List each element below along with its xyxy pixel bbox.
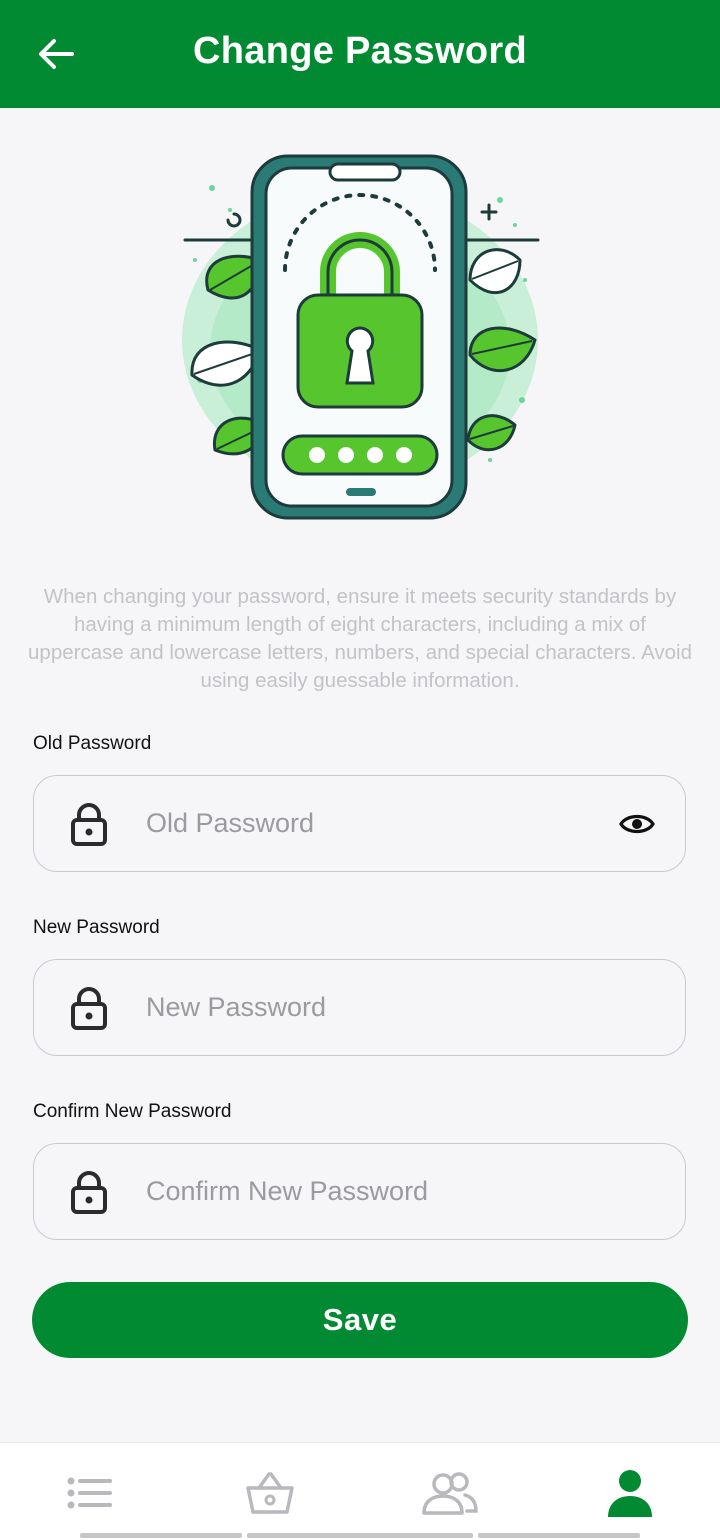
nav-indicator — [478, 1533, 640, 1538]
old-password-label: Old Password — [33, 733, 152, 754]
lock-icon — [71, 1171, 107, 1214]
nav-item-profile[interactable] — [598, 1467, 662, 1519]
lock-icon — [71, 987, 107, 1030]
nav-indicator — [247, 1533, 473, 1538]
save-button[interactable]: Save — [32, 1282, 688, 1358]
old-password-input[interactable] — [146, 776, 586, 871]
new-password-label: New Password — [33, 917, 160, 938]
app-bar: Change Password — [0, 0, 720, 108]
confirm-password-field[interactable] — [33, 1143, 686, 1240]
old-password-field[interactable] — [33, 775, 686, 872]
phone-padlock-illustration — [182, 154, 540, 520]
bottom-navigation — [0, 1442, 720, 1540]
people-icon — [422, 1472, 478, 1515]
new-password-field[interactable] — [33, 959, 686, 1056]
confirm-password-label: Confirm New Password — [33, 1101, 232, 1122]
nav-item-basket[interactable] — [238, 1467, 302, 1519]
page-title: Change Password — [193, 30, 527, 72]
profile-icon — [608, 1470, 652, 1517]
password-guidelines-text: When changing your password, ensure it m… — [28, 585, 692, 692]
list-icon — [67, 1477, 112, 1509]
eye-icon[interactable] — [619, 810, 655, 838]
nav-indicator — [80, 1533, 242, 1538]
lock-icon — [71, 803, 107, 846]
nav-item-people[interactable] — [418, 1467, 482, 1519]
basket-icon — [246, 1472, 294, 1514]
new-password-input[interactable] — [146, 960, 586, 1055]
nav-item-list[interactable] — [58, 1467, 122, 1519]
confirm-password-input[interactable] — [146, 1144, 586, 1239]
